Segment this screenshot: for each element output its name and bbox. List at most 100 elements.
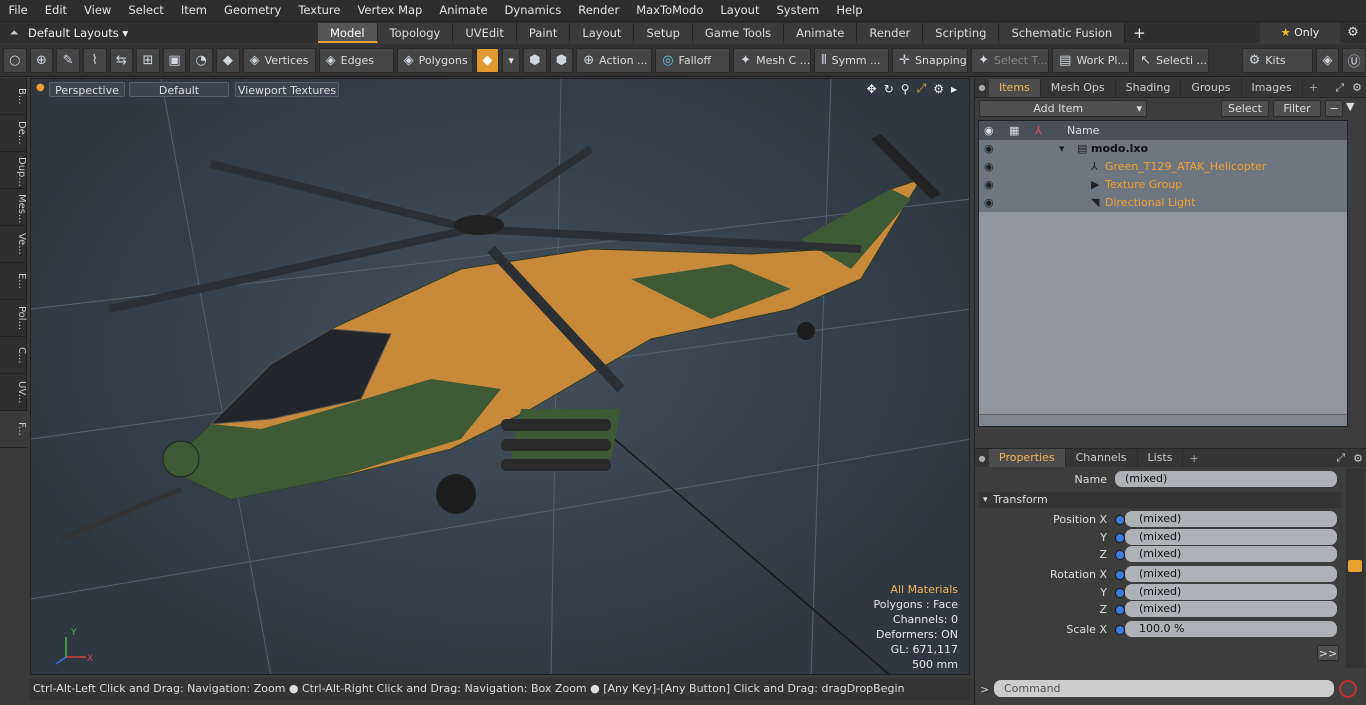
- menu-maxtomodo[interactable]: MaxToModo: [628, 0, 712, 21]
- tab-scripting[interactable]: Scripting: [923, 22, 1000, 43]
- item-row[interactable]: ◉ ⅄ Green_T129_ATAK_Helicopter: [979, 158, 1347, 176]
- menu-texture[interactable]: Texture: [290, 0, 349, 21]
- add-tab-icon[interactable]: +: [1125, 24, 1154, 42]
- rotation-z-field[interactable]: (mixed): [1125, 601, 1337, 617]
- snapping-button[interactable]: ✛ Snapping: [892, 47, 969, 73]
- tab-uvedit[interactable]: UVEdit: [453, 22, 517, 43]
- left-tab-2[interactable]: Dup...: [0, 152, 27, 189]
- viewport-gear-icon[interactable]: ⚙: [933, 82, 944, 96]
- menu-dynamics[interactable]: Dynamics: [496, 0, 570, 21]
- chevron-down-icon[interactable]: ▾: [502, 47, 520, 73]
- left-tab-9[interactable]: F...: [0, 411, 27, 448]
- scale-x-keyframe-icon[interactable]: [1115, 625, 1125, 635]
- tab-render[interactable]: Render: [857, 22, 924, 43]
- scale-x-field[interactable]: 100.0 %: [1125, 621, 1337, 637]
- vertices-button[interactable]: ◈ Vertices: [242, 47, 316, 73]
- rotate-icon[interactable]: ◔: [189, 47, 213, 73]
- menu-help[interactable]: Help: [828, 0, 871, 21]
- command-input[interactable]: Command: [994, 680, 1334, 697]
- select-through-button[interactable]: ✦ Select T...: [971, 47, 1050, 73]
- rotation-x-keyframe-icon[interactable]: [1115, 570, 1125, 580]
- gear-icon[interactable]: ⚙: [1340, 25, 1366, 40]
- filter-button[interactable]: Filter: [1273, 100, 1321, 117]
- tab-topology[interactable]: Topology: [377, 22, 454, 43]
- left-tab-5[interactable]: E...: [0, 263, 27, 300]
- layout-icon[interactable]: ⏶: [0, 26, 28, 40]
- properties-scrollbar[interactable]: [1346, 468, 1364, 668]
- globe-icon[interactable]: ⊕: [29, 47, 54, 73]
- rotation-y-field[interactable]: (mixed): [1125, 584, 1337, 600]
- rotate-view-icon[interactable]: ↻: [884, 82, 894, 96]
- 3d-viewport[interactable]: Y X ● Perspective Default Viewport Textu…: [30, 78, 970, 675]
- position-x-keyframe-icon[interactable]: [1115, 515, 1125, 525]
- items-gear-icon[interactable]: ⚙: [1348, 81, 1366, 94]
- action-button[interactable]: ⊕ Action ...: [576, 47, 653, 73]
- rotation-x-field[interactable]: (mixed): [1125, 566, 1337, 582]
- name-column-header[interactable]: Name: [1067, 121, 1099, 140]
- symmetry-button[interactable]: ⫴ Symm ...: [814, 47, 890, 73]
- falloff-button[interactable]: ◎ Falloff: [655, 47, 731, 73]
- command-record-icon[interactable]: [1339, 680, 1357, 698]
- type-column-icon[interactable]: ⅄: [1035, 121, 1042, 140]
- item-row[interactable]: ◉ ◥ Directional Light: [979, 194, 1347, 212]
- move-icon[interactable]: ⇆: [109, 47, 134, 73]
- menu-layout[interactable]: Layout: [712, 0, 768, 21]
- frame-icon[interactable]: ▣: [162, 47, 187, 73]
- tab-animate[interactable]: Animate: [784, 22, 858, 43]
- menu-edit[interactable]: Edit: [36, 0, 75, 21]
- layout-selector[interactable]: Default Layouts ▾: [28, 26, 318, 40]
- position-y-keyframe-icon[interactable]: [1115, 533, 1125, 543]
- shading-default-button[interactable]: Default: [129, 82, 229, 97]
- items-tab-shading[interactable]: Shading: [1116, 78, 1182, 97]
- more-properties-button[interactable]: >>: [1317, 645, 1339, 661]
- properties-expand-icon[interactable]: ⤢: [1332, 451, 1349, 465]
- play-icon[interactable]: ▸: [951, 82, 957, 96]
- visibility-eye-icon[interactable]: ◉: [984, 158, 1000, 176]
- add-item-button[interactable]: Add Item ▾: [979, 100, 1147, 117]
- funnel-icon[interactable]: ▼: [1346, 100, 1362, 113]
- menu-geometry[interactable]: Geometry: [216, 0, 290, 21]
- menu-system[interactable]: System: [768, 0, 828, 21]
- scene-row[interactable]: ◉ ▾ ▤ modo.lxo: [979, 140, 1347, 158]
- position-z-field[interactable]: (mixed): [1125, 546, 1337, 562]
- item-row[interactable]: ◉ ▶ Texture Group: [979, 176, 1347, 194]
- name-field[interactable]: (mixed): [1115, 471, 1337, 487]
- items-tab-mesh-ops[interactable]: Mesh Ops: [1041, 78, 1116, 97]
- left-tab-8[interactable]: UV...: [0, 374, 27, 411]
- work-plane-button[interactable]: ▤ Work Pl...: [1052, 47, 1131, 73]
- expand-arrow-icon[interactable]: ▾: [1059, 140, 1065, 158]
- tab-layout[interactable]: Layout: [570, 22, 635, 43]
- tab-paint[interactable]: Paint: [516, 22, 571, 43]
- menu-select[interactable]: Select: [120, 0, 172, 21]
- left-tab-3[interactable]: Mes...: [0, 189, 27, 226]
- view-perspective-button[interactable]: Perspective: [49, 82, 125, 97]
- menu-view[interactable]: View: [76, 0, 120, 21]
- properties-tab-lists[interactable]: Lists: [1138, 449, 1184, 467]
- shield-x-icon[interactable]: ⬢: [549, 47, 574, 73]
- position-z-keyframe-icon[interactable]: [1115, 550, 1125, 560]
- left-tab-4[interactable]: Ve...: [0, 226, 27, 263]
- items-tab-images[interactable]: Images: [1242, 78, 1303, 97]
- add-panel-tab-icon[interactable]: +: [1303, 81, 1324, 94]
- transform-section[interactable]: ▾ Transform: [979, 492, 1341, 508]
- left-tab-6[interactable]: Pol...: [0, 300, 27, 337]
- menu-file[interactable]: File: [0, 0, 36, 21]
- items-tab-groups[interactable]: Groups: [1181, 78, 1242, 97]
- kits-button[interactable]: ⚙ Kits: [1241, 47, 1313, 73]
- maximize-icon[interactable]: ⤢: [917, 81, 927, 96]
- properties-gear-icon[interactable]: ⚙: [1349, 452, 1366, 465]
- tab-setup[interactable]: Setup: [634, 22, 693, 43]
- position-x-field[interactable]: (mixed): [1125, 511, 1337, 527]
- collapse-icon[interactable]: −: [1325, 100, 1343, 117]
- rotation-y-keyframe-icon[interactable]: [1115, 588, 1125, 598]
- viewport-textures-button[interactable]: Viewport Textures: [235, 82, 339, 97]
- menu-item[interactable]: Item: [172, 0, 215, 21]
- add-properties-tab-icon[interactable]: +: [1183, 452, 1204, 465]
- unreal-icon[interactable]: Ⓤ: [1342, 47, 1366, 73]
- lock-column-icon[interactable]: ▦: [1009, 121, 1019, 140]
- edges-button[interactable]: ◈ Edges: [318, 47, 394, 73]
- cube-icon[interactable]: ◆: [216, 47, 240, 73]
- expand-icon[interactable]: ⤢: [1331, 81, 1348, 95]
- properties-tab-channels[interactable]: Channels: [1066, 449, 1138, 467]
- items-tab-items[interactable]: Items: [989, 78, 1041, 97]
